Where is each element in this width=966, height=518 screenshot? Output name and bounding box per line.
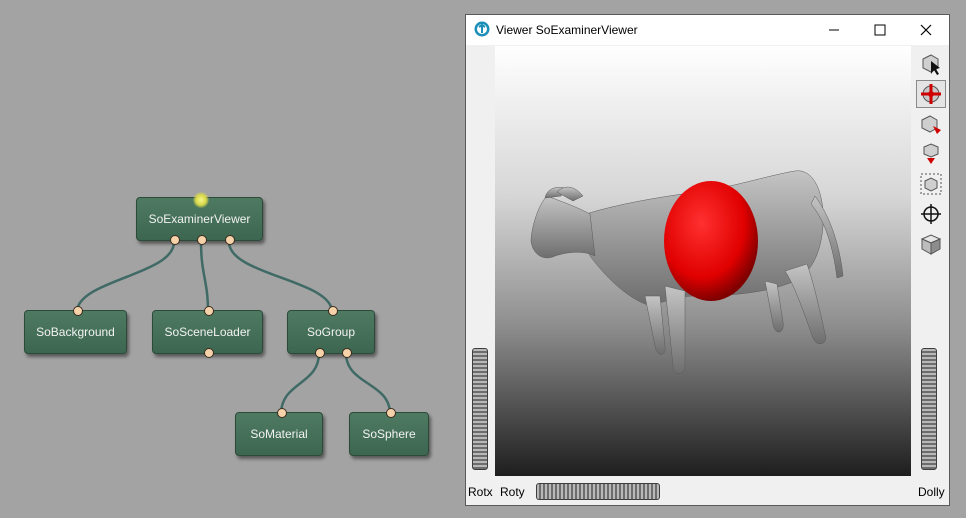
set-home-button[interactable] xyxy=(916,140,946,168)
node-so-background[interactable]: SoBackground xyxy=(24,306,127,354)
view-mode-button[interactable] xyxy=(916,80,946,108)
input-port[interactable] xyxy=(204,306,214,316)
pick-mode-button[interactable] xyxy=(916,50,946,78)
input-port[interactable] xyxy=(277,408,287,418)
seek-button[interactable] xyxy=(916,200,946,228)
maximize-icon xyxy=(874,24,886,36)
app-logo-icon xyxy=(474,21,490,37)
home-icon xyxy=(921,115,941,134)
node-label: SoSceneLoader xyxy=(164,325,251,339)
maximize-button[interactable] xyxy=(857,15,903,45)
wire-examiner-group xyxy=(227,241,334,313)
minimize-icon xyxy=(829,29,839,31)
rotx-label: Rotx xyxy=(468,485,493,499)
red-sphere xyxy=(664,181,758,301)
input-port[interactable] xyxy=(73,306,83,316)
wire-group-sphere xyxy=(344,352,392,415)
output-port[interactable] xyxy=(342,348,352,358)
output-port[interactable] xyxy=(197,235,207,245)
set-home-icon xyxy=(923,143,939,164)
output-port[interactable] xyxy=(225,235,235,245)
node-graph[interactable]: SoExaminerViewer SoBackground SoSceneLoa… xyxy=(0,0,460,518)
node-label: SoBackground xyxy=(36,325,115,339)
seek-icon xyxy=(921,204,941,224)
input-port[interactable] xyxy=(386,408,396,418)
roty-wheel[interactable] xyxy=(536,483,660,500)
node-so-sphere[interactable]: SoSphere xyxy=(349,408,429,456)
output-port[interactable] xyxy=(315,348,325,358)
dolly-label: Dolly xyxy=(918,485,945,499)
pick-icon xyxy=(922,54,940,75)
node-so-scene-loader[interactable]: SoSceneLoader xyxy=(152,306,263,358)
render-viewport[interactable] xyxy=(495,46,911,476)
node-label: SoMaterial xyxy=(250,427,308,441)
node-label: SoSphere xyxy=(362,427,416,441)
projection-button[interactable] xyxy=(916,230,946,258)
node-label: SoExaminerViewer xyxy=(148,212,251,226)
view-all-icon xyxy=(920,173,942,195)
output-port[interactable] xyxy=(170,235,180,245)
cow-model xyxy=(530,170,844,374)
viewer-toolbar xyxy=(913,46,949,276)
projection-icon xyxy=(920,234,942,255)
close-button[interactable] xyxy=(903,15,949,45)
home-button[interactable] xyxy=(916,110,946,138)
wire-group-material xyxy=(279,352,321,415)
roty-label: Roty xyxy=(500,485,525,499)
title-bar[interactable]: Viewer SoExaminerViewer xyxy=(466,15,949,45)
minimize-button[interactable] xyxy=(811,15,857,45)
selection-indicator xyxy=(193,192,209,208)
output-port[interactable] xyxy=(204,348,214,358)
wire-examiner-background xyxy=(75,241,176,313)
viewer-window[interactable]: Viewer SoExaminerViewer Rotx Roty Dolly xyxy=(465,14,950,506)
dolly-wheel[interactable] xyxy=(921,348,937,470)
view-mode-icon xyxy=(921,84,941,104)
node-so-material[interactable]: SoMaterial xyxy=(235,408,323,456)
view-all-button[interactable] xyxy=(916,170,946,198)
wire-examiner-sceneloader xyxy=(199,241,210,313)
close-icon xyxy=(920,24,932,36)
window-title: Viewer SoExaminerViewer xyxy=(496,23,638,37)
node-so-group[interactable]: SoGroup xyxy=(287,306,375,358)
rotx-wheel[interactable] xyxy=(472,348,488,470)
node-label: SoGroup xyxy=(306,325,356,339)
input-port[interactable] xyxy=(328,306,338,316)
